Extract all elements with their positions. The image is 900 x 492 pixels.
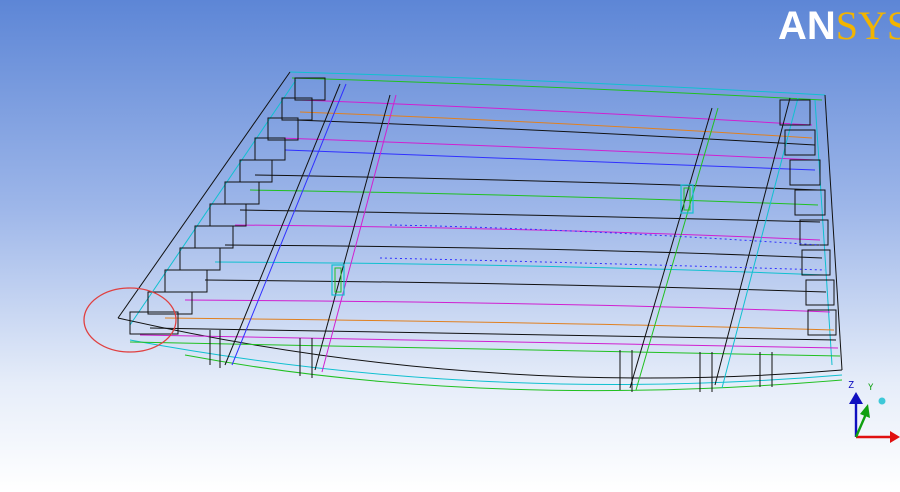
stiffener <box>224 83 341 366</box>
box-section <box>789 159 821 186</box>
box-section <box>267 117 299 141</box>
rail <box>299 99 813 126</box>
box-section <box>779 99 811 126</box>
triad-label-z: Z <box>848 380 855 391</box>
box-section <box>784 129 816 156</box>
stiffener <box>314 94 391 371</box>
stiffener <box>635 107 719 391</box>
graphics-viewport[interactable]: ANSYS Z Y <box>0 0 900 492</box>
rail <box>234 224 821 241</box>
model-edge <box>129 339 843 385</box>
box-section <box>164 269 208 293</box>
rail <box>204 279 827 293</box>
model-edge <box>129 79 297 326</box>
model-edge <box>184 354 843 392</box>
wireframe-model[interactable] <box>0 0 900 492</box>
stiffener <box>321 94 397 373</box>
model-edge <box>117 71 291 319</box>
rail <box>214 261 825 276</box>
x-axis-arrow <box>890 431 900 443</box>
y-axis <box>854 413 868 438</box>
rail <box>249 189 819 206</box>
box-section <box>805 279 835 306</box>
post <box>209 330 221 368</box>
box-section <box>254 137 286 161</box>
post <box>759 352 773 387</box>
rail <box>184 299 831 313</box>
box-section <box>209 203 247 227</box>
rail <box>299 111 813 139</box>
coordinate-triad <box>849 392 900 443</box>
z-axis-arrow <box>849 392 863 404</box>
box-section <box>129 311 179 335</box>
box-section <box>239 159 273 183</box>
post <box>299 338 313 378</box>
post <box>699 352 713 392</box>
box-section <box>807 309 837 336</box>
rail <box>149 327 837 341</box>
stiffener <box>231 83 347 366</box>
box-section <box>224 181 260 205</box>
model-edge <box>289 71 826 96</box>
rail <box>224 244 823 259</box>
rail <box>239 209 821 223</box>
box-section <box>281 97 313 121</box>
box-section <box>794 189 826 216</box>
model-edge <box>814 99 833 366</box>
triad-dot <box>878 397 886 405</box>
rail <box>254 174 819 191</box>
box-section <box>179 247 221 271</box>
y-axis-arrow <box>860 404 870 418</box>
fitting <box>334 267 342 293</box>
rail <box>279 137 816 161</box>
stiffener <box>629 107 713 389</box>
triad-label-y: Y <box>868 383 874 393</box>
rail <box>164 317 835 331</box>
box-section <box>147 291 193 315</box>
box-section <box>294 77 326 101</box>
rail <box>284 149 816 171</box>
